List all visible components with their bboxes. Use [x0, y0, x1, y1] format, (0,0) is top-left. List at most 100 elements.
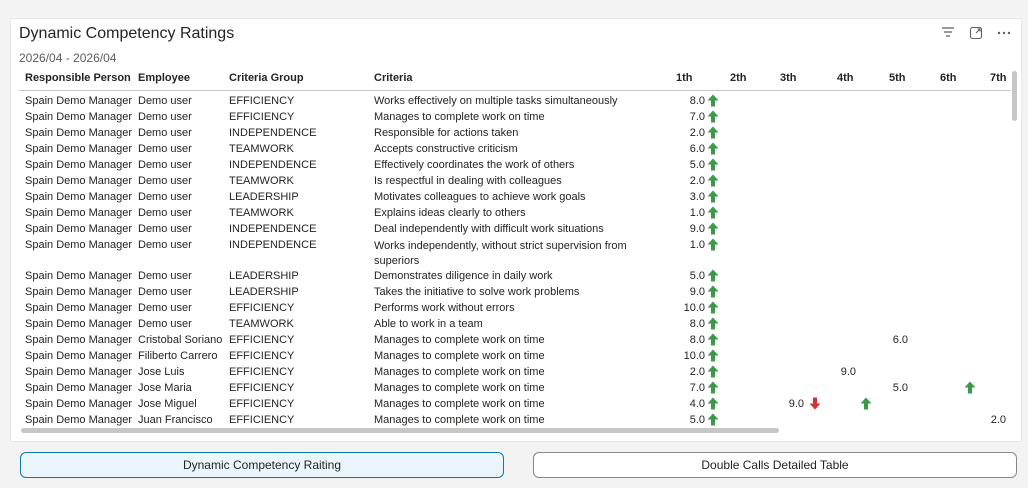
cell-responsible-person: Spain Demo Manager: [25, 334, 133, 346]
table-row[interactable]: Spain Demo Manager Demo user INDEPENDENCE R…: [19, 125, 1011, 141]
cell-employee: Juan Francisco: [138, 414, 213, 426]
cell-criteria-group: EFFICIENCY: [229, 414, 295, 426]
column-header-criteria-group[interactable]: Criteria Group: [229, 72, 304, 84]
cell-rating-1th: 2.0: [689, 366, 705, 378]
cell-criteria: Works effectively on multiple tasks simu…: [374, 95, 618, 107]
arrow-up-icon: [707, 94, 719, 107]
cell-responsible-person: Spain Demo Manager: [25, 318, 133, 330]
table-row[interactable]: Spain Demo Manager Jose Luis EFFICIENCY Man…: [19, 364, 1011, 380]
column-header-6th[interactable]: 6th: [940, 72, 957, 84]
table-row[interactable]: Spain Demo Manager Jose Maria EFFICIENCY Ma…: [19, 380, 1011, 396]
column-header-2th[interactable]: 2th: [730, 72, 747, 84]
cell-rating-1th: 2.0: [689, 175, 705, 187]
table-row[interactable]: Spain Demo Manager Jose Miguel EFFICIENCY M…: [19, 396, 1011, 412]
cell-responsible-person: Spain Demo Manager: [25, 111, 133, 123]
column-header-7th[interactable]: 7th: [990, 72, 1007, 84]
table-row[interactable]: Spain Demo Manager Demo user INDEPENDENCE W…: [19, 237, 1011, 268]
table-header: Responsible Person Employee Criteria Gro…: [19, 69, 1011, 91]
table-row[interactable]: Spain Demo Manager Demo user LEADERSHIP Tak…: [19, 284, 1011, 300]
table-row[interactable]: Spain Demo Manager Filiberto Carrero EFFIC…: [19, 348, 1011, 364]
cell-criteria: Effectively coordinates the work of othe…: [374, 159, 575, 171]
cell-criteria-group: TEAMWORK: [229, 175, 294, 187]
table-row[interactable]: Spain Demo Manager Demo user EFFICIENCY Wor…: [19, 93, 1011, 109]
table-row[interactable]: Spain Demo Manager Juan Francisco EFFICIEN…: [19, 412, 1011, 428]
cell-criteria-group: INDEPENDENCE: [229, 223, 317, 235]
visual-title: Dynamic Competency Ratings: [19, 25, 235, 42]
cell-criteria: Responsible for actions taken: [374, 127, 519, 139]
cell-criteria: Is respectful in dealing with colleagues: [374, 175, 562, 187]
cell-criteria: Demonstrates diligence in daily work: [374, 270, 553, 282]
filter-icon[interactable]: [939, 25, 957, 41]
cell-responsible-person: Spain Demo Manager: [25, 239, 133, 251]
arrow-up-icon: [707, 381, 719, 394]
cell-rating-1th: 8.0: [689, 318, 705, 330]
cell-criteria-group: INDEPENDENCE: [229, 127, 317, 139]
cell-criteria: Motivates colleagues to achieve work goa…: [374, 191, 586, 203]
cell-criteria-group: TEAMWORK: [229, 143, 294, 155]
cell-rating-4th: 9.0: [840, 366, 856, 378]
column-header-employee[interactable]: Employee: [138, 72, 190, 84]
table-row[interactable]: Spain Demo Manager Cristobal Soriano EFFIC…: [19, 332, 1011, 348]
visual-header-icons: [939, 25, 1013, 41]
ratings-table: Responsible Person Employee Criteria Gro…: [19, 69, 1011, 429]
cell-employee: Demo user: [138, 286, 192, 298]
cell-employee: Demo user: [138, 175, 192, 187]
table-row[interactable]: Spain Demo Manager Demo user EFFICIENCY Man…: [19, 109, 1011, 125]
cell-criteria-group: EFFICIENCY: [229, 334, 295, 346]
table-row[interactable]: Spain Demo Manager Demo user INDEPENDENCE E…: [19, 157, 1011, 173]
arrow-up-icon: [707, 285, 719, 298]
cell-criteria: Works independently, without strict supe…: [374, 240, 627, 267]
arrow-up-icon: [707, 174, 719, 187]
horizontal-scrollbar[interactable]: [21, 428, 779, 433]
column-header-5th[interactable]: 5th: [889, 72, 906, 84]
cell-rating-1th: 10.0: [683, 350, 705, 362]
column-header-criteria[interactable]: Criteria: [374, 72, 413, 84]
table-row[interactable]: Spain Demo Manager Demo user TEAMWORK Able …: [19, 316, 1011, 332]
arrow-up-icon: [964, 381, 976, 394]
cell-criteria-group: LEADERSHIP: [229, 286, 299, 298]
arrow-up-icon: [707, 142, 719, 155]
table-row[interactable]: Spain Demo Manager Demo user EFFICIENCY Per…: [19, 300, 1011, 316]
cell-responsible-person: Spain Demo Manager: [25, 302, 133, 314]
table-row[interactable]: Spain Demo Manager Demo user INDEPENDENCE D…: [19, 221, 1011, 237]
cell-employee: Cristobal Soriano: [138, 334, 223, 346]
dynamic-competency-button[interactable]: Dynamic Competency Raiting: [20, 452, 504, 478]
table-row[interactable]: Spain Demo Manager Demo user TEAMWORK Is re…: [19, 173, 1011, 189]
cell-criteria-group: EFFICIENCY: [229, 382, 295, 394]
cell-responsible-person: Spain Demo Manager: [25, 175, 133, 187]
double-calls-button[interactable]: Double Calls Detailed Table: [533, 452, 1017, 478]
cell-responsible-person: Spain Demo Manager: [25, 382, 133, 394]
cell-rating-5th: 5.0: [892, 382, 908, 394]
table-row[interactable]: Spain Demo Manager Demo user TEAMWORK Accep…: [19, 141, 1011, 157]
table-row[interactable]: Spain Demo Manager Demo user TEAMWORK Expla…: [19, 205, 1011, 221]
column-header-3th[interactable]: 3th: [780, 72, 797, 84]
cell-criteria-group: EFFICIENCY: [229, 95, 295, 107]
table-row[interactable]: Spain Demo Manager Demo user LEADERSHIP Mot…: [19, 189, 1011, 205]
vertical-scrollbar[interactable]: [1012, 71, 1017, 121]
column-header-responsible-person[interactable]: Responsible Person: [25, 72, 131, 84]
cell-rating-5th: 6.0: [892, 334, 908, 346]
arrow-up-icon: [707, 413, 719, 426]
cell-criteria: Manages to complete work on time: [374, 111, 545, 123]
arrow-down-icon: [809, 397, 821, 410]
cell-employee: Demo user: [138, 143, 192, 155]
cell-criteria: Able to work in a team: [374, 318, 483, 330]
cell-employee: Demo user: [138, 270, 192, 282]
arrow-up-icon: [707, 317, 719, 330]
competency-visual: Dynamic Competency Ratings 2026/04 - 202…: [10, 18, 1022, 442]
cell-criteria: Manages to complete work on time: [374, 414, 545, 426]
column-header-4th[interactable]: 4th: [837, 72, 854, 84]
cell-rating-1th: 7.0: [689, 111, 705, 123]
arrow-up-icon: [707, 301, 719, 314]
cell-criteria-group: INDEPENDENCE: [229, 159, 317, 171]
table-row[interactable]: Spain Demo Manager Demo user LEADERSHIP Dem…: [19, 268, 1011, 284]
arrow-up-icon: [707, 269, 719, 282]
cell-employee: Demo user: [138, 191, 192, 203]
column-header-1th[interactable]: 1th: [676, 72, 693, 84]
arrow-up-icon: [707, 126, 719, 139]
more-options-icon[interactable]: [995, 25, 1013, 41]
cell-criteria: Performs work without errors: [374, 302, 515, 314]
focus-mode-icon[interactable]: [967, 25, 985, 41]
arrow-up-icon: [707, 397, 719, 410]
cell-rating-1th: 2.0: [689, 127, 705, 139]
